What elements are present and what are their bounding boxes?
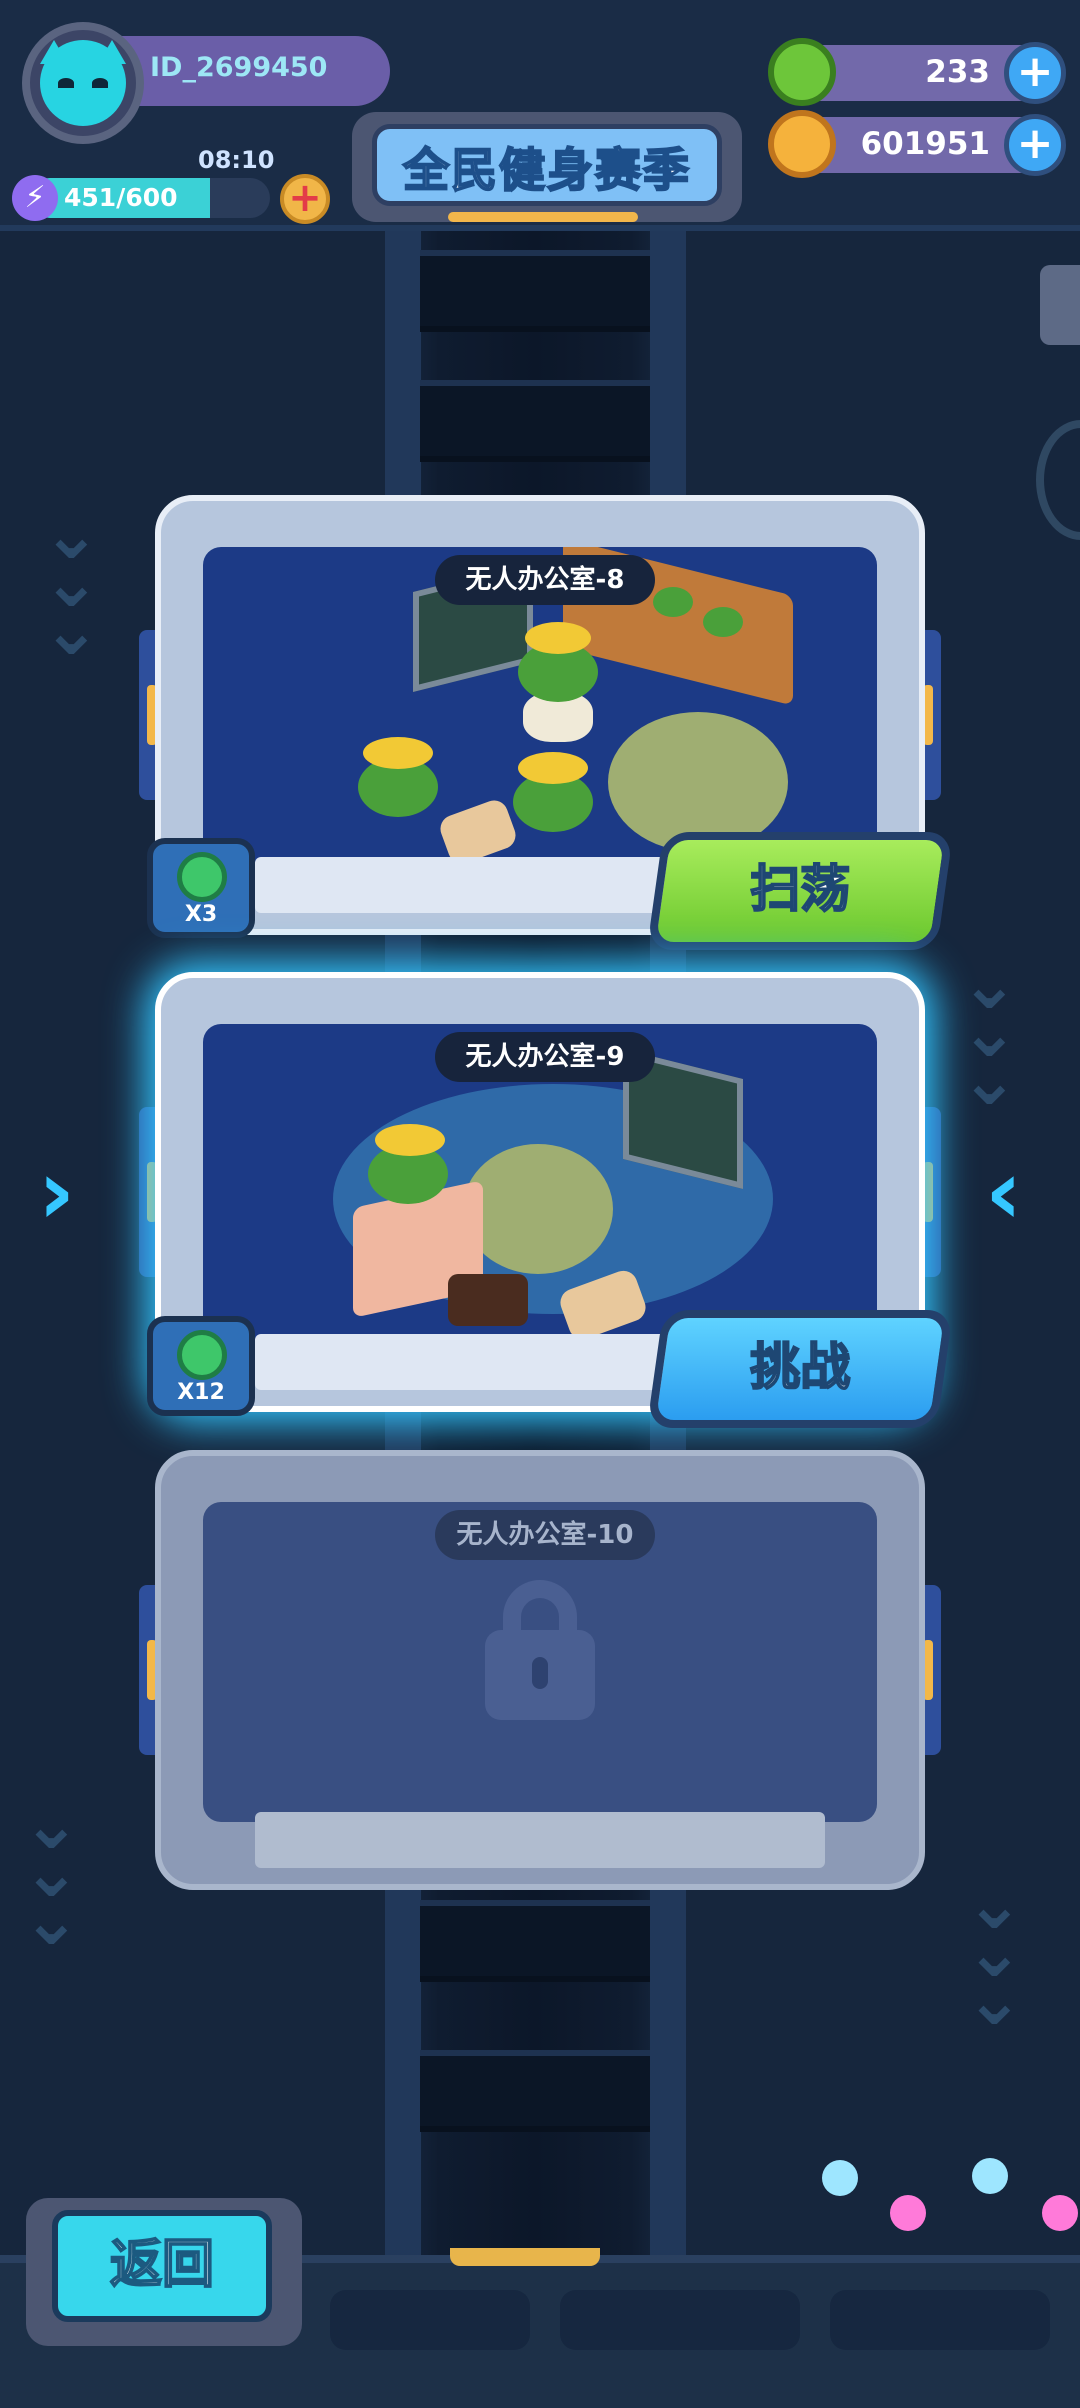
chevron-down-icon: ⌄ ⌄ ⌄ xyxy=(22,1783,81,1961)
back-button[interactable]: 返回 xyxy=(52,2210,272,2322)
floor-slot xyxy=(830,2290,1050,2350)
cat-ear-icon xyxy=(98,40,126,64)
add-energy-button[interactable]: + xyxy=(280,174,330,224)
light-bulb xyxy=(822,2160,858,2196)
scroll-right-arrow-icon[interactable]: › xyxy=(38,1140,75,1245)
challenge-button-label: 挑战 xyxy=(749,1337,851,1397)
side-tool-icon[interactable] xyxy=(1040,265,1080,345)
reward-count: X12 xyxy=(177,1380,225,1405)
bean-bag xyxy=(608,712,788,852)
gem-value: 233 xyxy=(925,54,990,90)
challenge-button[interactable]: 挑战 xyxy=(646,1310,954,1428)
floor-indicator xyxy=(450,2248,600,2266)
add-coins-button[interactable]: + xyxy=(1004,114,1066,176)
reward-badge: X12 xyxy=(147,1316,255,1416)
level-card-10: 无人办公室-10 xyxy=(139,1450,941,1890)
flower-icon xyxy=(363,737,433,769)
shaft-rung xyxy=(420,2050,650,2132)
flower-icon xyxy=(525,622,591,654)
flower-icon xyxy=(375,1124,445,1156)
chevron-down-icon: ⌄ ⌄ ⌄ xyxy=(42,493,101,671)
shaft-rung xyxy=(420,250,650,332)
cat-eye-icon xyxy=(92,78,108,88)
green-gem-icon xyxy=(768,38,836,106)
potted-plant-icon xyxy=(653,587,693,617)
flower-icon xyxy=(518,752,588,784)
chevron-down-icon: ⌄ ⌄ ⌄ xyxy=(965,1863,1024,2041)
green-gem-icon xyxy=(177,1330,227,1380)
stump-enemy xyxy=(448,1274,528,1326)
bean-bag xyxy=(463,1144,613,1274)
floor-slot xyxy=(560,2290,800,2350)
reward-badge: X3 xyxy=(147,838,255,938)
string-lights xyxy=(820,2140,1080,2260)
season-title: 全民健身赛季 xyxy=(402,142,691,198)
reward-count: X3 xyxy=(184,902,218,927)
title-underline xyxy=(448,212,638,222)
light-bulb xyxy=(890,2195,926,2231)
gold-planet-coin-icon xyxy=(768,110,836,178)
cat-ear-icon xyxy=(40,40,68,64)
shaft-rung xyxy=(420,380,650,462)
level-name: 无人办公室-9 xyxy=(435,1032,655,1082)
light-bulb xyxy=(1042,2195,1078,2231)
level-name: 无人办公室-10 xyxy=(435,1510,655,1560)
card-bottom-rail xyxy=(255,1812,825,1868)
floor-slot xyxy=(330,2290,530,2350)
cat-eye-icon xyxy=(58,78,74,88)
chevron-down-icon: ⌄ ⌄ ⌄ xyxy=(960,943,1019,1121)
energy-timer: 08:10 xyxy=(198,146,275,174)
scroll-left-arrow-icon[interactable]: ‹ xyxy=(985,1140,1022,1245)
green-gem-icon xyxy=(177,852,227,902)
lock-keyhole xyxy=(532,1657,548,1689)
level-name: 无人办公室-8 xyxy=(435,555,655,605)
shaft-rung xyxy=(420,1900,650,1982)
coin-value: 601951 xyxy=(860,126,990,162)
player-id: ID_2699450 xyxy=(150,52,328,83)
potted-plant-icon xyxy=(703,607,743,637)
sweep-button-label: 扫荡 xyxy=(749,859,851,919)
sweep-button[interactable]: 扫荡 xyxy=(646,832,954,950)
add-gems-button[interactable]: + xyxy=(1004,42,1066,104)
lightning-icon: ⚡ xyxy=(12,175,58,221)
light-bulb xyxy=(972,2158,1008,2194)
energy-value: 451/600 xyxy=(64,183,178,212)
